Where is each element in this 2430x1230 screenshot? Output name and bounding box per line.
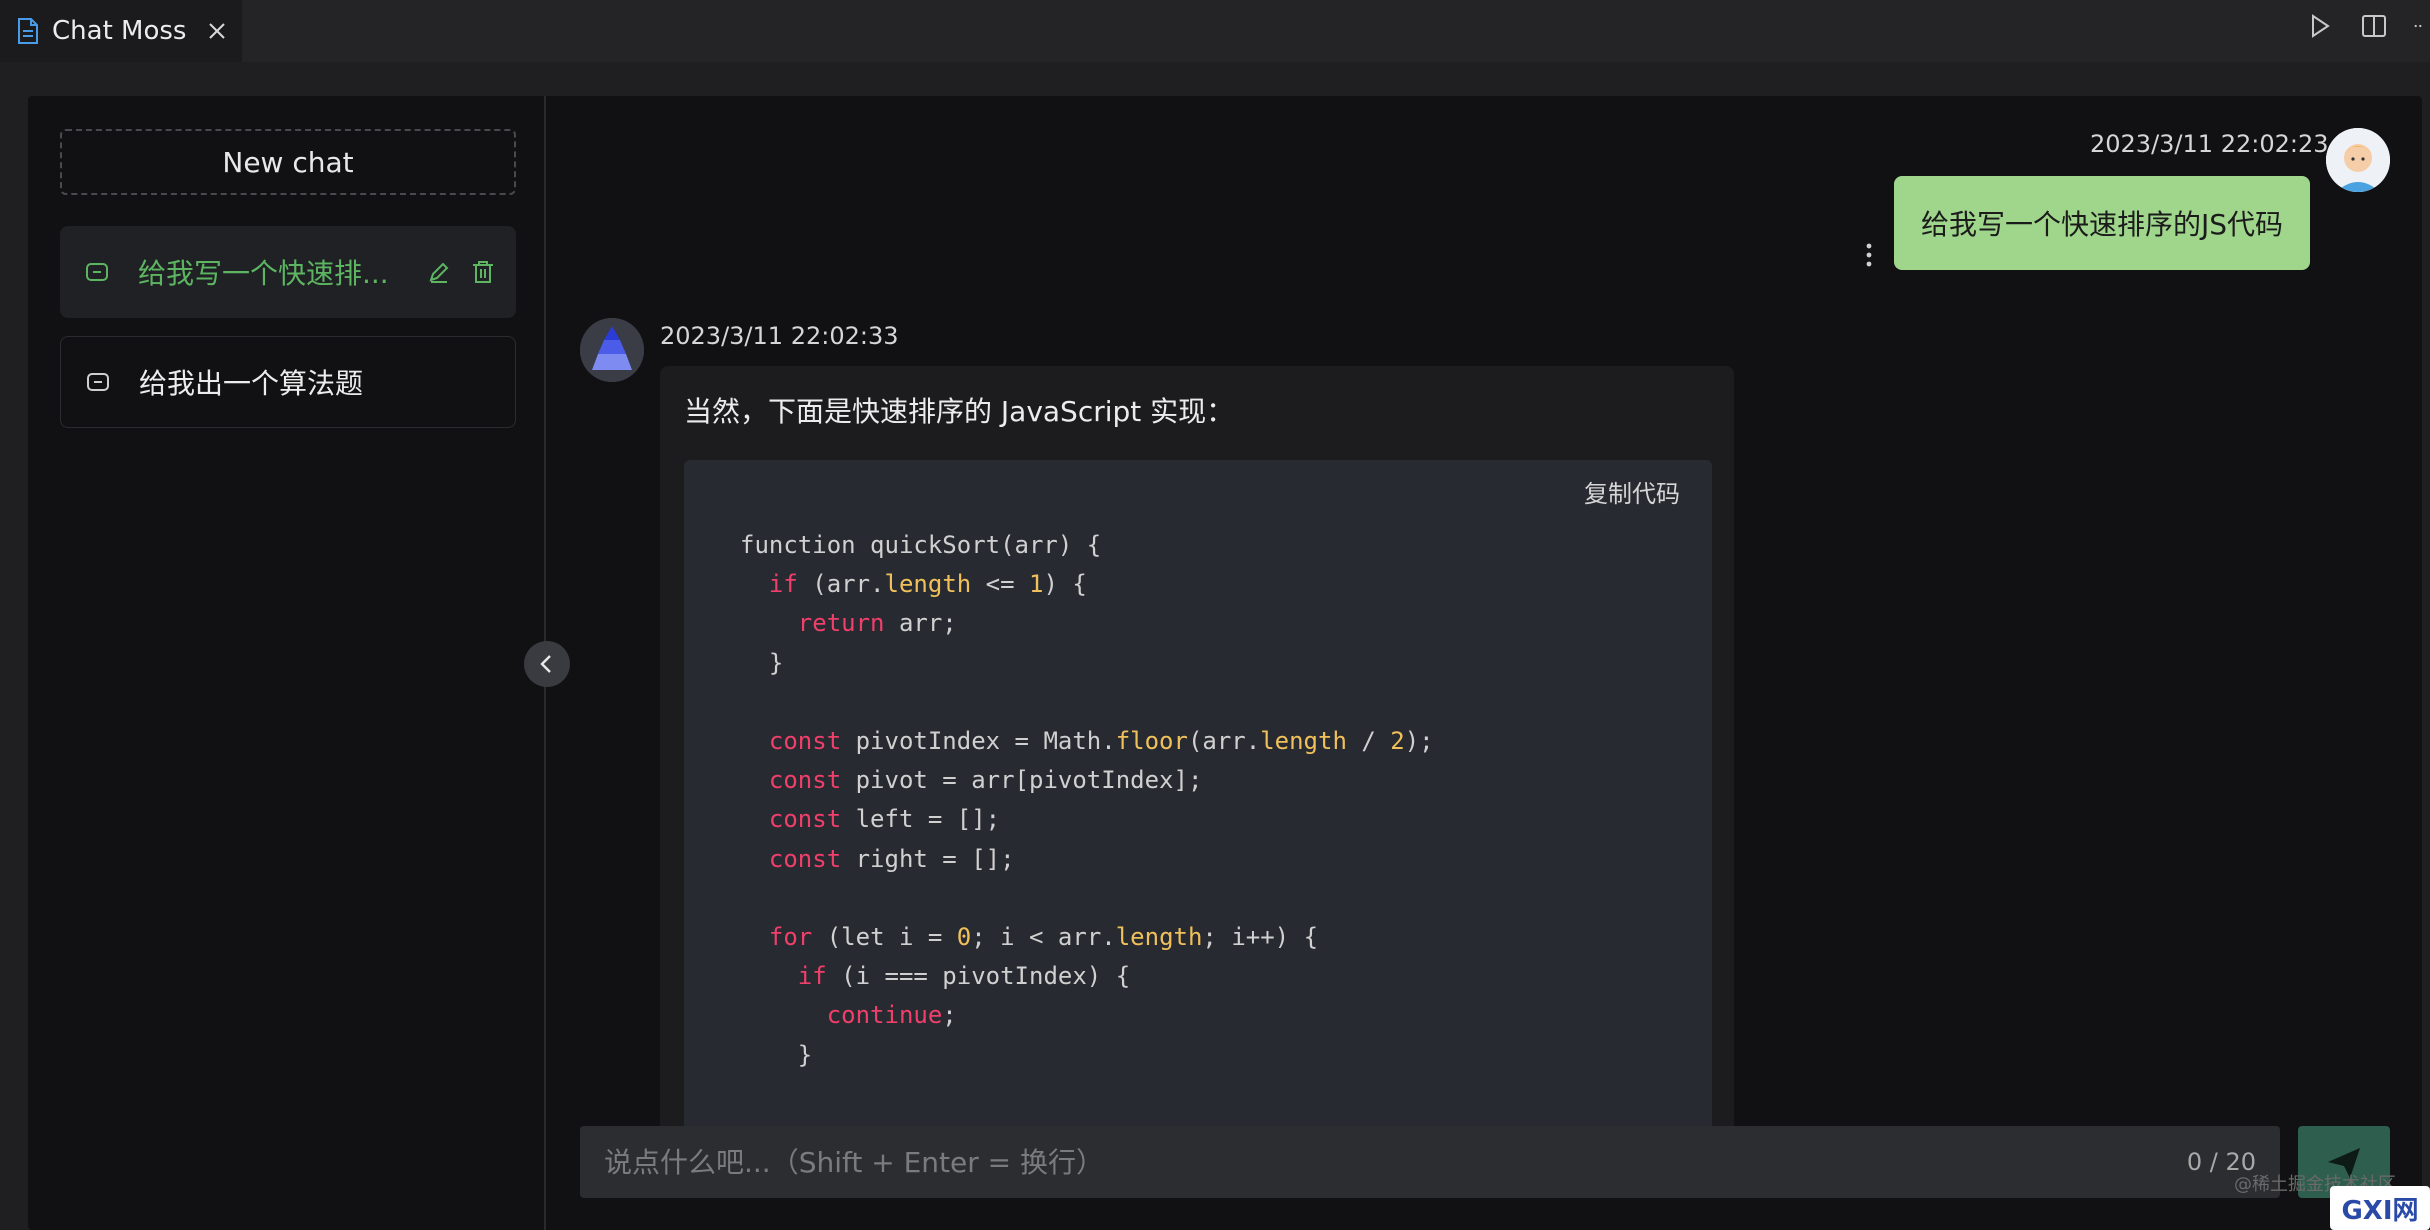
run-icon[interactable]	[2306, 12, 2334, 40]
user-message-bubble: 给我写一个快速排序的JS代码	[1894, 176, 2310, 270]
user-avatar	[2326, 128, 2390, 192]
code-line: return arr;	[797, 609, 957, 638]
conversation-item-active[interactable]: 给我写一个快速排...	[60, 226, 516, 318]
tab-bar: Chat Moss	[0, 0, 2430, 62]
code-line: if (arr.length <= 1) {	[768, 570, 1087, 599]
code-line: if (i === pivotIndex) {	[797, 962, 1131, 991]
user-avatar-image	[2326, 128, 2390, 192]
more-actions-icon[interactable]	[2414, 12, 2430, 40]
new-chat-button[interactable]: New chat	[60, 129, 516, 195]
bot-avatar	[580, 318, 644, 382]
code-line: continue;	[826, 1001, 957, 1030]
conversation-item[interactable]: 给我出一个算法题	[60, 336, 516, 428]
bot-message-timestamp: 2023/3/11 22:02:33	[660, 322, 899, 350]
site-logo: GXI网	[2330, 1186, 2430, 1230]
code-line: const left = [];	[768, 805, 1001, 834]
code-line: }	[740, 648, 784, 677]
code-line: const pivot = arr[pivotIndex];	[768, 766, 1203, 795]
edit-icon[interactable]	[426, 259, 452, 285]
bot-avatar-image	[580, 318, 644, 382]
user-message-timestamp: 2023/3/11 22:02:23	[2090, 130, 2329, 158]
code-line: const right = [];	[768, 844, 1015, 873]
message-input[interactable]	[604, 1126, 2004, 1198]
tab-title: Chat Moss	[52, 16, 187, 46]
more-vertical-icon[interactable]	[1864, 242, 1874, 268]
copy-code-button[interactable]: 复制代码	[1584, 474, 1680, 509]
split-editor-icon[interactable]	[2360, 12, 2388, 40]
tab-chat-moss[interactable]: Chat Moss	[0, 0, 242, 62]
file-icon	[18, 18, 38, 44]
conversation-label: 给我出一个算法题	[139, 367, 364, 400]
code-line: function quickSort(arr) {	[740, 531, 1102, 559]
chat-bubble-icon	[86, 263, 108, 281]
code-block: 复制代码 function quickSort(arr) { if (arr.l…	[684, 460, 1712, 1192]
bot-message-bubble: 当然，下面是快速排序的 JavaScript 实现： 复制代码 function…	[660, 366, 1734, 1192]
code-line: const pivotIndex = Math.floor(arr.length…	[768, 727, 1434, 756]
close-icon[interactable]	[206, 20, 228, 42]
message-input-container: 0 / 20	[580, 1126, 2280, 1198]
conversation-label: 给我写一个快速排...	[138, 257, 389, 290]
delete-icon[interactable]	[470, 259, 496, 285]
collapse-sidebar-button[interactable]	[524, 641, 570, 687]
code-line: for (let i = 0; i < arr.length; i++) {	[768, 923, 1319, 952]
editor-actions	[2306, 12, 2430, 40]
code-line: }	[740, 1040, 813, 1069]
chat-panel: New chat 给我写一个快速排... 给我出一个算法题 2023/3/11 …	[28, 96, 2422, 1230]
sidebar: New chat 给我写一个快速排... 给我出一个算法题	[28, 96, 546, 1230]
chevron-left-icon	[540, 655, 551, 673]
code-content: function quickSort(arr) { if (arr.length…	[740, 526, 1434, 1075]
bot-message-intro: 当然，下面是快速排序的 JavaScript 实现：	[684, 395, 1235, 428]
chat-bubble-icon	[87, 373, 109, 391]
